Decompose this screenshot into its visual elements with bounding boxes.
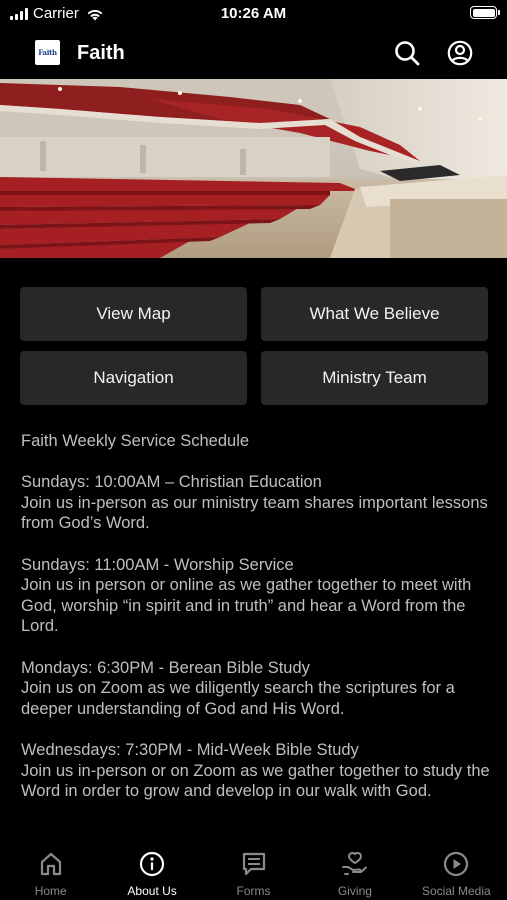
schedule-heading: Faith Weekly Service Schedule bbox=[21, 432, 250, 450]
view-map-button[interactable]: View Map bbox=[20, 287, 247, 341]
tab-label: About Us bbox=[127, 884, 177, 898]
tab-home[interactable]: Home bbox=[0, 838, 101, 900]
home-icon bbox=[37, 850, 65, 878]
tab-bar: Home About Us Forms Giving Social Media bbox=[0, 838, 507, 900]
info-icon bbox=[138, 850, 166, 878]
tab-giving[interactable]: Giving bbox=[304, 838, 405, 900]
schedule-entry-body: Join us in-person or on Zoom as we gathe… bbox=[21, 761, 490, 801]
what-we-believe-button[interactable]: What We Believe bbox=[261, 287, 488, 341]
schedule-entry: Sundays: 11:00AM - Worship Service Join … bbox=[21, 555, 491, 637]
tab-label: Forms bbox=[236, 884, 271, 898]
search-button[interactable] bbox=[392, 38, 422, 68]
sanctuary-photo bbox=[0, 79, 507, 258]
app-header: Faith Faith bbox=[0, 30, 507, 78]
tab-label: Social Media bbox=[421, 884, 491, 898]
schedule-entry: Wednesdays: 7:30PM - Mid-Week Bible Stud… bbox=[21, 740, 491, 802]
schedule-entry-body: Join us in person or online as we gather… bbox=[21, 576, 472, 636]
schedule-entry-title: Mondays: 6:30PM - Berean Bible Study bbox=[21, 658, 310, 677]
schedule-entry: Sundays: 10:00AM – Christian Education J… bbox=[21, 472, 491, 534]
schedule-entry: Mondays: 6:30PM - Berean Bible Study Joi… bbox=[21, 658, 491, 720]
schedule-entry-title: Wednesdays: 7:30PM - Mid-Week Bible Stud… bbox=[21, 740, 359, 759]
ministry-team-button[interactable]: Ministry Team bbox=[261, 351, 488, 405]
tab-forms[interactable]: Forms bbox=[203, 838, 304, 900]
schedule-entry-body: Join us on Zoom as we diligently search … bbox=[21, 679, 455, 718]
tab-label: Home bbox=[34, 884, 67, 898]
schedule-entry-body: Join us in-person as our ministry team s… bbox=[21, 493, 488, 533]
account-button[interactable] bbox=[445, 38, 475, 68]
navigation-button[interactable]: Navigation bbox=[20, 351, 247, 405]
battery-icon bbox=[470, 6, 500, 19]
giving-icon bbox=[341, 850, 369, 878]
play-icon bbox=[442, 850, 470, 878]
tab-about-us[interactable]: About Us bbox=[101, 838, 202, 900]
app-title: Faith bbox=[77, 42, 125, 64]
account-icon bbox=[447, 40, 473, 66]
tab-label: Giving bbox=[337, 884, 372, 898]
search-icon bbox=[395, 41, 420, 66]
logo-text: Faith bbox=[38, 48, 57, 57]
status-bar: Carrier 10:26 AM bbox=[0, 0, 507, 30]
forms-icon bbox=[240, 850, 268, 878]
status-time: 10:26 AM bbox=[220, 5, 287, 22]
schedule-entry-title: Sundays: 10:00AM – Christian Education bbox=[21, 473, 322, 492]
app-logo: Faith bbox=[35, 40, 60, 65]
schedule-entry-title: Sundays: 11:00AM - Worship Service bbox=[21, 555, 294, 574]
service-schedule: Faith Weekly Service Schedule Sundays: 1… bbox=[21, 431, 491, 822]
tab-social-media[interactable]: Social Media bbox=[406, 838, 507, 900]
